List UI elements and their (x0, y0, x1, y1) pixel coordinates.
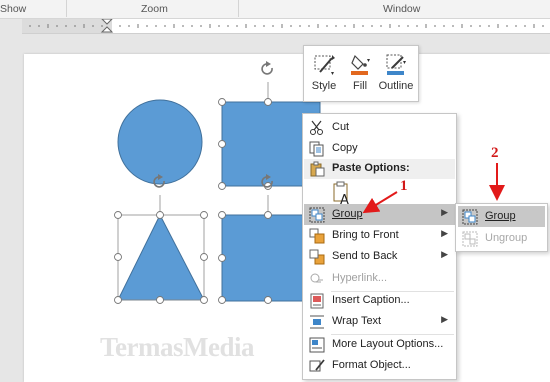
submenu-ungroup-label: Ungroup (485, 232, 528, 244)
menu-item-copy[interactable]: Copy (304, 138, 455, 159)
format-object-label: Format Object... (332, 359, 411, 371)
context-menu: Cut Copy Paste Options: A Group ▶ Bring … (302, 113, 457, 380)
mini-toolbar: ▾ Style ▾ Fill ▾ Outline (303, 45, 419, 102)
menu-item-insert-caption[interactable]: Insert Caption... (304, 290, 455, 311)
fill-label: Fill (352, 80, 368, 92)
more-layout-label: More Layout Options... (332, 338, 444, 350)
outline-pen-icon: ▾ (386, 54, 406, 75)
copy-icon (309, 141, 324, 157)
submenu-arrow-icon: ▶ (441, 249, 448, 259)
insert-caption-icon (310, 293, 324, 309)
menu-item-more-layout-options[interactable]: More Layout Options... (304, 334, 455, 355)
keep-text-only-icon[interactable]: A (331, 181, 355, 205)
menu-item-bring-to-front[interactable]: Bring to Front ▶ (304, 225, 455, 246)
annotation-number-2: 2 (491, 145, 499, 161)
fill-bucket-icon: ▾ (351, 54, 370, 75)
layout-options-icon (309, 337, 325, 353)
bring-to-front-icon (309, 228, 325, 244)
menu-item-format-object[interactable]: Format Object... (304, 355, 455, 376)
paste-options-header: Paste Options: (304, 159, 455, 179)
insert-caption-label: Insert Caption... (332, 294, 410, 306)
wrap-text-icon (310, 315, 324, 329)
svg-text:▾: ▾ (403, 59, 406, 66)
hyperlink-icon (310, 273, 323, 283)
copy-label: Copy (332, 142, 358, 154)
group-label-text: Group (332, 208, 363, 220)
send-to-back-label: Send to Back (332, 250, 398, 262)
cut-label: Cut (332, 121, 350, 133)
submenu-item-group[interactable]: Group (458, 206, 545, 227)
menu-item-send-to-back[interactable]: Send to Back ▶ (304, 246, 455, 267)
watermark: TermasMedia (100, 332, 254, 362)
style-button[interactable]: ▾ Style (306, 50, 342, 98)
bring-to-front-label: Bring to Front (332, 229, 399, 241)
group-icon (462, 209, 478, 225)
style-label: Style (311, 80, 337, 92)
ungroup-icon (462, 231, 478, 247)
circle-shape[interactable] (117, 99, 203, 185)
group-label: Group (332, 208, 363, 220)
triangle-shape[interactable] (117, 213, 205, 301)
submenu-arrow-icon: ▶ (441, 314, 448, 324)
paste-options-label: Paste Options: (332, 162, 410, 174)
scissors-icon (310, 120, 323, 135)
submenu-group-label: Group (485, 210, 516, 222)
annotation-number-1: 1 (400, 178, 408, 194)
menu-item-hyperlink[interactable]: Hyperlink... (304, 268, 455, 289)
menu-item-group[interactable]: Group ▶ (304, 204, 455, 225)
wrap-text-label: Wrap Text (332, 315, 382, 327)
svg-text:▾: ▾ (367, 57, 370, 64)
shape-style-icon: ▾ (314, 55, 335, 76)
group-icon (309, 207, 325, 223)
outline-label: Outline (378, 80, 414, 92)
format-object-icon (309, 359, 325, 372)
submenu-arrow-icon: ▶ (441, 228, 448, 238)
submenu-group-label-text: Group (485, 210, 516, 222)
submenu-arrow-icon: ▶ (441, 207, 448, 217)
fill-button[interactable]: ▾ Fill (342, 50, 378, 98)
hyperlink-label: Hyperlink... (332, 272, 388, 284)
menu-item-cut[interactable]: Cut (304, 117, 455, 138)
send-to-back-icon (309, 249, 325, 265)
paste-options-row: A (304, 179, 455, 206)
group-submenu: Group Ungroup (455, 203, 548, 252)
menu-item-wrap-text[interactable]: Wrap Text ▶ (304, 311, 455, 332)
shapes-canvas (114, 61, 321, 304)
outline-button[interactable]: ▾ Outline (378, 50, 414, 98)
svg-text:▾: ▾ (331, 70, 334, 76)
paste-icon (310, 161, 325, 177)
submenu-item-ungroup[interactable]: Ungroup (458, 228, 545, 249)
